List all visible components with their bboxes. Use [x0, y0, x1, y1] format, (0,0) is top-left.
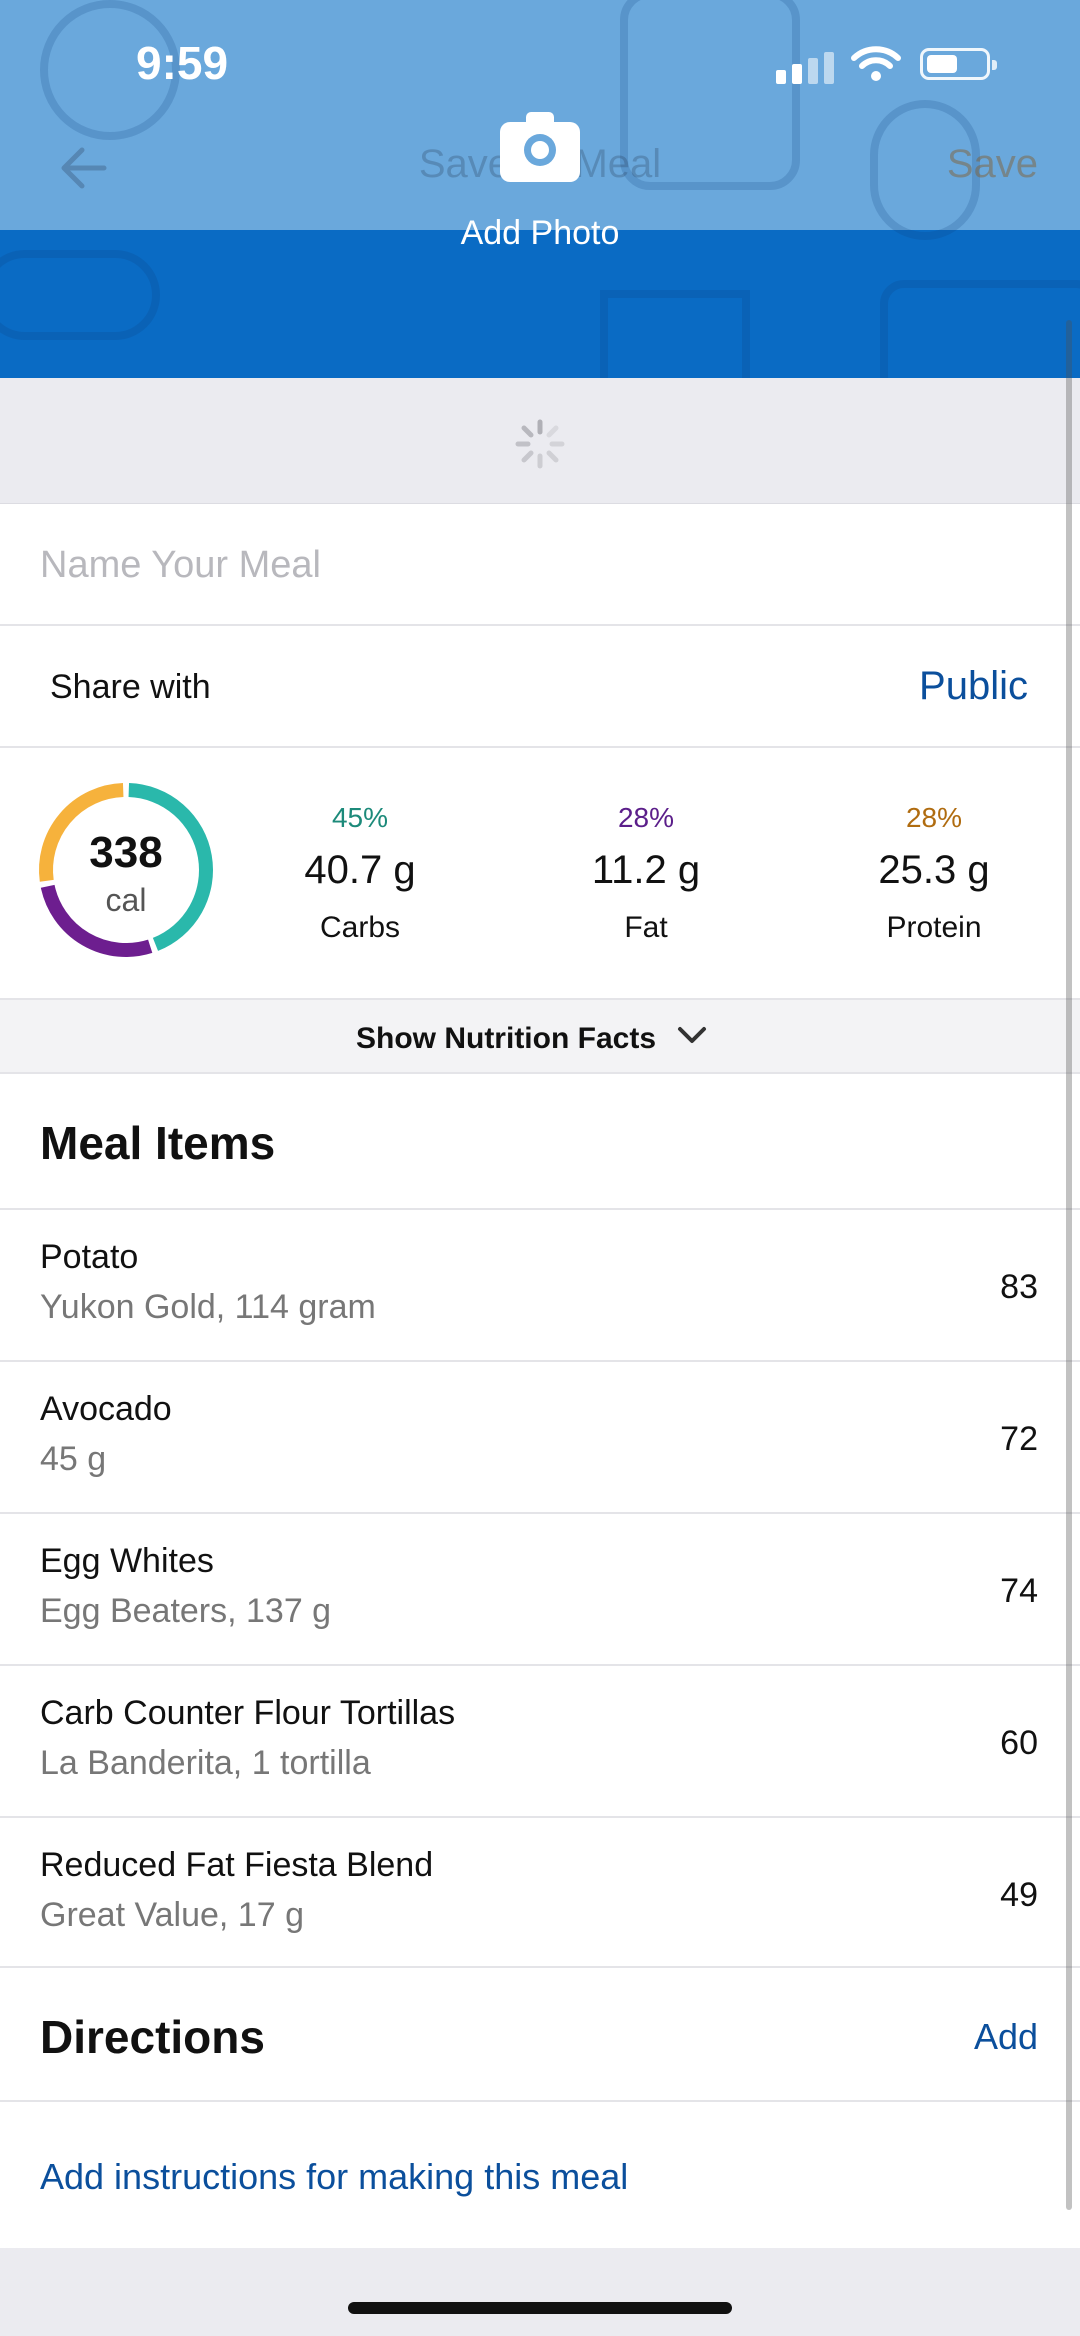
fork-doodle [0, 250, 160, 340]
carbs-grams: 40.7 g [304, 848, 416, 892]
save-button[interactable]: Save [947, 142, 1038, 187]
meal-item-calories: 72 [1000, 1420, 1038, 1458]
add-photo-button[interactable]: Add Photo [0, 214, 1080, 253]
meal-item-detail: 45 g [40, 1440, 107, 1478]
fat-grams: 11.2 g [591, 848, 701, 892]
wifi-icon [851, 46, 901, 81]
fat-percent: 28% [617, 802, 675, 833]
meal-item-calories: 49 [1000, 1876, 1038, 1914]
camera-icon[interactable] [500, 110, 580, 182]
macro-protein: 28% 25.3 g Protein [824, 802, 1044, 945]
box-doodle [880, 280, 1080, 378]
nutrition-toggle-label[interactable]: Show Nutrition Facts [356, 1022, 656, 1056]
carbs-label: Carbs [319, 911, 401, 944]
bottom-spacer [0, 2248, 1080, 2336]
home-indicator[interactable] [348, 2302, 732, 2314]
meal-item-detail: La Banderita, 1 tortilla [40, 1744, 371, 1782]
status-time: 9:59 [136, 37, 229, 89]
meal-item-row[interactable] [0, 1818, 1080, 1968]
meal-item-calories: 60 [1000, 1724, 1038, 1762]
directions-title: Directions [40, 2011, 265, 2063]
macro-carbs: 45% 40.7 g Carbs [250, 802, 470, 945]
add-instructions-link[interactable]: Add instructions for making this meal [40, 2156, 628, 2198]
meal-item-detail: Egg Beaters, 137 g [40, 1592, 332, 1630]
scrollbar[interactable] [1066, 320, 1072, 2210]
meal-item-name: Egg Whites [40, 1542, 214, 1580]
meal-item-name: Reduced Fat Fiesta Blend [40, 1846, 434, 1884]
protein-label: Protein [886, 911, 982, 944]
macro-fat: 28% 11.2 g Fat [536, 802, 756, 945]
meal-item-name: Avocado [40, 1390, 172, 1428]
share-visibility-button[interactable]: Public [919, 664, 1028, 709]
meal-item-row[interactable] [0, 1514, 1080, 1666]
meal-item-row[interactable] [0, 1362, 1080, 1514]
chevron-down-icon[interactable] [676, 1024, 708, 1048]
meal-item-detail: Yukon Gold, 114 gram [40, 1288, 376, 1326]
meal-item-detail: Great Value, 17 g [40, 1896, 304, 1934]
meal-name-input[interactable] [40, 540, 1000, 590]
calorie-unit: cal [105, 882, 147, 918]
meal-item-row[interactable] [0, 1210, 1080, 1362]
meal-item-row[interactable] [0, 1666, 1080, 1818]
cup-doodle [600, 290, 750, 378]
fat-label: Fat [624, 911, 668, 944]
cellular-signal-icon [776, 52, 834, 84]
battery-icon [920, 48, 997, 80]
protein-percent: 28% [905, 802, 963, 833]
calorie-total: 338 [89, 828, 163, 877]
meal-items-title: Meal Items [40, 1117, 276, 1169]
add-directions-button[interactable]: Add [974, 2016, 1038, 2058]
meal-item-name: Carb Counter Flour Tortillas [40, 1694, 456, 1732]
loading-spinner-icon [515, 419, 565, 469]
protein-grams: 25.3 g [878, 848, 990, 892]
share-label: Share with [50, 668, 211, 706]
meal-item-calories: 74 [1000, 1572, 1038, 1610]
carbs-percent: 45% [331, 802, 389, 833]
meal-item-name: Potato [40, 1238, 139, 1276]
meal-item-calories: 83 [1000, 1268, 1038, 1306]
